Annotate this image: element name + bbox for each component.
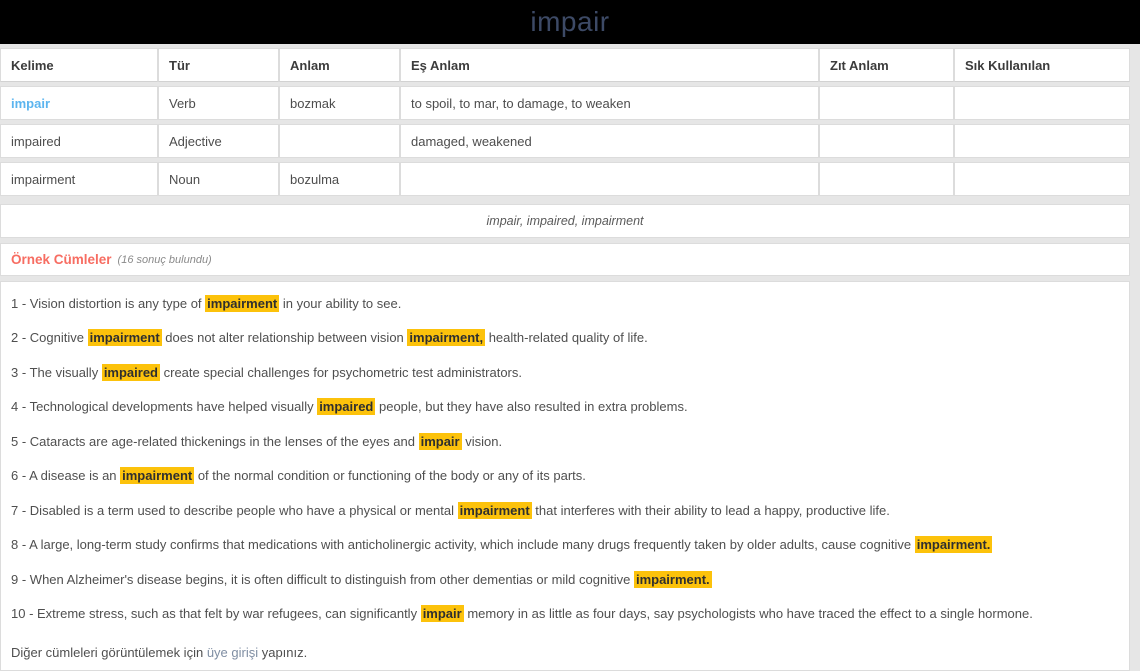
cell-sik-kullanilan xyxy=(954,86,1130,120)
sentence-text: does not alter relationship between visi… xyxy=(161,330,408,346)
sentence-item: 6 - A disease is an impairment of the no… xyxy=(11,467,1119,485)
sentence-text: in your ability to see. xyxy=(279,296,402,311)
cell-zit-anlam xyxy=(819,162,954,196)
word-variants-strip: impair, impaired, impairment xyxy=(0,204,1130,238)
sentence-text: that interferes with their ability to le… xyxy=(531,502,890,518)
highlighted-term: impairment. xyxy=(633,570,712,588)
member-login-link[interactable]: üye girişi xyxy=(207,645,258,660)
sentence-item: 10 - Extreme stress, such as that felt b… xyxy=(11,604,1119,622)
highlighted-term: impairment xyxy=(87,329,162,347)
sentence-list: 1 - Vision distortion is any type of imp… xyxy=(11,295,1119,622)
sentence-text: vision. xyxy=(461,433,503,449)
sentence-number: 3 - xyxy=(11,364,30,380)
sentence-text: Cognitive xyxy=(29,330,88,346)
column-header-tur: Tür xyxy=(158,48,279,82)
sentence-item: 4 - Technological developments have help… xyxy=(11,398,1119,416)
highlighted-term: impairment. xyxy=(914,536,993,554)
column-header-sik-kullanilan: Sık Kullanılan xyxy=(954,48,1130,82)
cell-es-anlam: damaged, weakened xyxy=(400,124,819,158)
sentence-item: 9 - When Alzheimer's disease begins, it … xyxy=(11,570,1119,588)
highlighted-term: impairment, xyxy=(407,329,486,347)
sentence-text: health-related quality of life. xyxy=(485,330,648,346)
cell-anlam xyxy=(279,124,400,158)
cell-kelime: impair xyxy=(0,86,158,120)
sentence-text: Technological developments have helped v… xyxy=(29,399,318,415)
sentence-item: 7 - Disabled is a term used to describe … xyxy=(11,501,1119,519)
column-header-kelime: Kelime xyxy=(0,48,158,82)
sentence-item: 1 - Vision distortion is any type of imp… xyxy=(11,295,1119,312)
cell-zit-anlam xyxy=(819,124,954,158)
highlighted-term: impairment xyxy=(205,295,280,312)
table-row: impaired Adjective damaged, weakened xyxy=(0,124,1130,158)
sentence-number: 7 - xyxy=(11,502,30,518)
cell-tur: Adjective xyxy=(158,124,279,158)
sentence-text: Disabled is a term used to describe peop… xyxy=(29,502,458,518)
page-body: Kelime Tür Anlam Eş Anlam Zıt Anlam Sık Kulla… xyxy=(0,44,1140,671)
word-table: Kelime Tür Anlam Eş Anlam Zıt Anlam Sık Kulla… xyxy=(0,44,1130,200)
cell-kelime: impairment xyxy=(0,162,158,196)
sentence-text: Vision distortion is any type of xyxy=(29,296,206,311)
cell-es-anlam xyxy=(400,162,819,196)
highlighted-term: impairment xyxy=(120,467,195,485)
cell-tur: Verb xyxy=(158,86,279,120)
cell-anlam: bozulma xyxy=(279,162,400,196)
table-header-row: Kelime Tür Anlam Eş Anlam Zıt Anlam Sık Kulla… xyxy=(0,48,1130,82)
sentence-item: 2 - Cognitive impairment does not alter … xyxy=(11,329,1119,347)
page-title: impair xyxy=(530,6,610,37)
highlighted-term: impaired xyxy=(317,398,376,416)
table-row: impairment Noun bozulma xyxy=(0,162,1130,196)
login-prompt: Diğer cümleleri görüntülemek için üye gi… xyxy=(11,645,1119,660)
sentence-number: 5 - xyxy=(11,433,30,449)
highlighted-term: impairment xyxy=(457,501,532,519)
sentence-text: of the normal condition or functioning o… xyxy=(194,468,586,484)
sentence-text: A disease is an xyxy=(29,468,121,484)
login-prompt-before: Diğer cümleleri görüntülemek için xyxy=(11,645,207,661)
sentence-text: memory in as little as four days, say ps… xyxy=(463,605,1033,621)
sentence-number: 1 - xyxy=(11,296,30,311)
sentence-item: 8 - A large, long-term study confirms th… xyxy=(11,536,1119,554)
word-table-body: impair Verb bozmak to spoil, to mar, to dam… xyxy=(0,86,1130,196)
example-sentences-title: Örnek Cümleler xyxy=(11,252,112,267)
sentence-number: 8 - xyxy=(11,537,30,553)
column-header-es-anlam: Eş Anlam xyxy=(400,48,819,82)
highlighted-term: impair xyxy=(420,604,464,622)
sentence-text: A large, long-term study confirms that m… xyxy=(29,537,915,553)
sentence-number: 6 - xyxy=(11,468,30,484)
sentence-number: 2 - xyxy=(11,330,30,346)
site-header: impair xyxy=(0,0,1140,44)
cell-zit-anlam xyxy=(819,86,954,120)
example-sentences-count: (16 sonuç bulundu) xyxy=(117,253,212,266)
sentence-number: 4 - xyxy=(11,399,30,415)
column-header-anlam: Anlam xyxy=(279,48,400,82)
cell-sik-kullanilan xyxy=(954,162,1130,196)
sentence-text: Extreme stress, such as that felt by war… xyxy=(37,605,421,621)
login-prompt-after: yapınız. xyxy=(258,645,308,661)
sentence-number: 10 - xyxy=(11,605,38,621)
sentence-item: 3 - The visually impaired create special… xyxy=(11,363,1119,381)
word-table-head: Kelime Tür Anlam Eş Anlam Zıt Anlam Sık Kulla… xyxy=(0,48,1130,82)
sentence-item: 5 - Cataracts are age-related thickening… xyxy=(11,432,1119,450)
sentence-text: The visually xyxy=(29,364,102,380)
word-link[interactable]: impair xyxy=(11,96,50,111)
sentence-text: Cataracts are age-related thickenings in… xyxy=(29,433,419,449)
cell-sik-kullanilan xyxy=(954,124,1130,158)
cell-kelime: impaired xyxy=(0,124,158,158)
example-sentences-header: Örnek Cümleler (16 sonuç bulundu) xyxy=(0,243,1130,276)
word-variants-text: impair, impaired, impairment xyxy=(486,214,644,228)
highlighted-term: impaired xyxy=(101,363,160,381)
highlighted-term: impair xyxy=(418,432,462,450)
column-header-zit-anlam: Zıt Anlam xyxy=(819,48,954,82)
sentence-text: people, but they have also resulted in e… xyxy=(375,399,688,415)
example-sentences-panel: 1 - Vision distortion is any type of imp… xyxy=(0,281,1130,671)
cell-tur: Noun xyxy=(158,162,279,196)
cell-anlam: bozmak xyxy=(279,86,400,120)
table-row: impair Verb bozmak to spoil, to mar, to dam… xyxy=(0,86,1130,120)
sentence-text: When Alzheimer's disease begins, it is o… xyxy=(29,571,634,587)
sentence-text: create special challenges for psychometr… xyxy=(160,364,522,380)
sentence-number: 9 - xyxy=(11,571,30,587)
cell-es-anlam: to spoil, to mar, to damage, to weaken xyxy=(400,86,819,120)
